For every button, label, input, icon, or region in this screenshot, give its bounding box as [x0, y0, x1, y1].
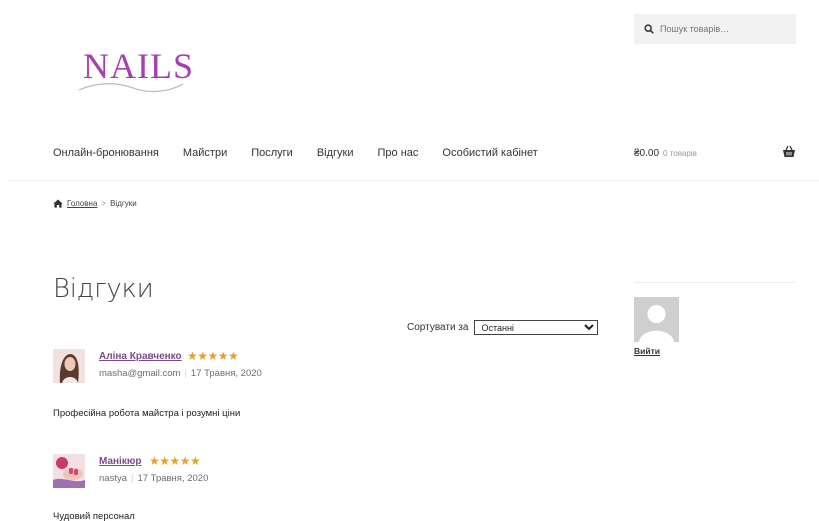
- search-input[interactable]: [660, 24, 790, 34]
- reviewer-name-link[interactable]: Манікюр: [99, 456, 142, 467]
- sidebar-divider: [634, 282, 796, 283]
- page-title: Відгуки: [53, 274, 154, 304]
- sort-select[interactable]: Останні: [474, 320, 599, 335]
- meta-divider: |: [184, 368, 187, 379]
- sort-control: Сортувати за Останні: [407, 320, 599, 335]
- reviewer-email: masha@gmail.com: [99, 368, 181, 379]
- user-avatar: [634, 297, 679, 342]
- header-divider: [9, 180, 819, 181]
- search-icon: [644, 24, 654, 34]
- reviewer-avatar: [53, 454, 85, 488]
- logo-swoosh: [78, 83, 184, 93]
- basket-icon[interactable]: [782, 145, 796, 158]
- nav-item-account[interactable]: Особистий кабінет: [442, 147, 537, 159]
- rating-stars: ★★★★★: [149, 454, 201, 468]
- nav-item-reviews[interactable]: Відгуки: [317, 147, 354, 159]
- rating-stars: ★★★★★: [187, 349, 239, 363]
- review-date: 17 Травня, 2020: [137, 473, 209, 484]
- review-date: 17 Травня, 2020: [190, 368, 262, 379]
- breadcrumb-current: Відгуки: [110, 199, 137, 208]
- nav-item-masters[interactable]: Майстри: [183, 147, 227, 159]
- nav-item-about[interactable]: Про нас: [378, 147, 419, 159]
- review-item: Аліна Кравченко ★★★★★ masha@gmail.com | 17…: [53, 349, 313, 389]
- reviewer-avatar: [53, 349, 85, 383]
- cart-total: ₴0.00: [634, 148, 660, 159]
- nav-item-online-booking[interactable]: Онлайн-бронювання: [53, 147, 159, 159]
- breadcrumb-home-link[interactable]: Головна: [67, 199, 97, 208]
- cart-summary[interactable]: ₴0.00 0 товарів: [634, 148, 697, 159]
- nav-item-services[interactable]: Послуги: [251, 147, 293, 159]
- search-field[interactable]: [634, 14, 796, 44]
- breadcrumb: Головна > Відгуки: [53, 199, 137, 208]
- breadcrumb-separator: >: [101, 199, 107, 208]
- main-navigation: Онлайн-бронювання Майстри Послуги Відгук…: [53, 147, 538, 159]
- logout-link[interactable]: Вийти: [634, 346, 660, 356]
- review-meta: masha@gmail.com | 17 Травня, 2020: [99, 368, 262, 379]
- site-logo[interactable]: NAILS: [77, 46, 193, 96]
- meta-divider: |: [131, 473, 134, 484]
- home-icon: [53, 199, 63, 208]
- cart-count: 0 товарів: [663, 149, 697, 158]
- reviewer-name-link[interactable]: Аліна Кравченко: [99, 351, 182, 362]
- review-text: Професійна робота майстра і розумні ціни: [53, 408, 241, 419]
- review-text: Чудовий персонал: [53, 511, 135, 521]
- reviewer-email: nastya: [99, 473, 127, 484]
- sort-label: Сортувати за: [407, 322, 469, 333]
- review-item: Манікюр ★★★★★ nastya | 17 Травня, 2020: [53, 454, 313, 494]
- review-meta: nastya | 17 Травня, 2020: [99, 473, 208, 484]
